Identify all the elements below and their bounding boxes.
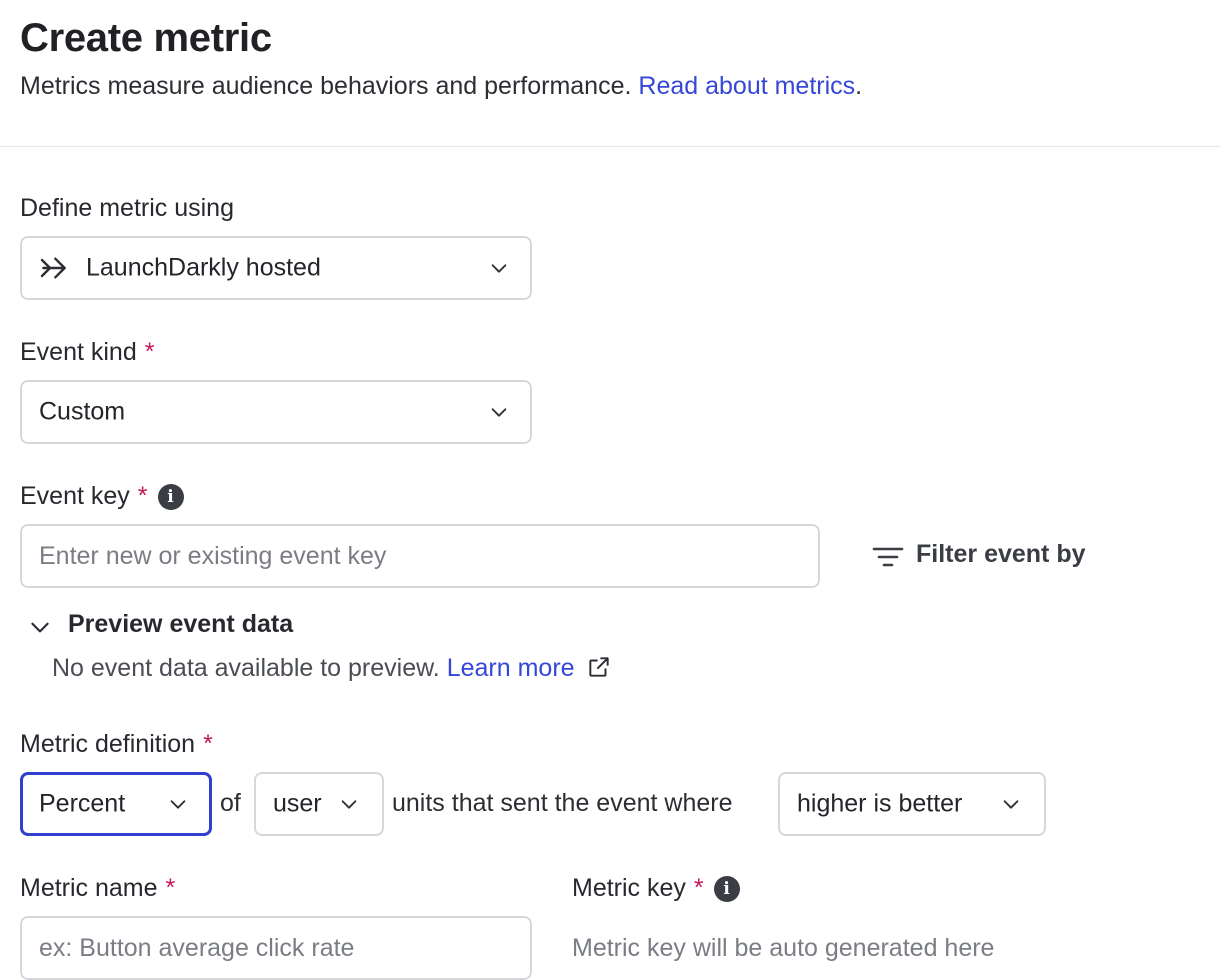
- direction-value: higher is better: [797, 789, 963, 818]
- chevron-down-icon: [1003, 800, 1019, 809]
- chevron-down-icon: [491, 408, 507, 417]
- read-about-metrics-link[interactable]: Read about metrics: [638, 72, 855, 100]
- required-asterisk: *: [203, 730, 213, 758]
- required-asterisk: *: [693, 874, 704, 902]
- metric-definition-label: Metric definition *: [20, 730, 213, 759]
- measure-select[interactable]: Percent: [20, 772, 212, 836]
- chevron-down-icon: [170, 800, 186, 809]
- define-metric-select[interactable]: LaunchDarkly hosted: [20, 236, 532, 300]
- event-key-input[interactable]: [20, 524, 820, 588]
- metric-key-placeholder: Metric key will be auto generated here: [572, 934, 995, 962]
- metric-name-label-text: Metric name: [20, 874, 158, 902]
- unit-value: user: [273, 789, 322, 818]
- event-key-label: Event key * i: [20, 482, 184, 511]
- required-asterisk: *: [144, 338, 155, 366]
- event-kind-value: Custom: [39, 397, 126, 426]
- direction-select[interactable]: higher is better: [778, 772, 1046, 836]
- required-asterisk: *: [137, 482, 148, 510]
- required-asterisk: *: [165, 874, 176, 902]
- metric-name-label: Metric name *: [20, 874, 175, 903]
- event-kind-select[interactable]: Custom: [20, 380, 532, 444]
- event-kind-label: Event kind *: [20, 338, 154, 367]
- metric-definition-middle-text: units that sent the event where: [392, 789, 733, 817]
- of-text: of: [220, 789, 241, 817]
- define-metric-value: LaunchDarkly hosted: [86, 253, 321, 282]
- page-header: Create metric Metrics measure audience b…: [0, 0, 1220, 147]
- measure-value: Percent: [39, 789, 126, 818]
- event-key-label-text: Event key: [20, 482, 130, 510]
- metric-key-label: Metric key * i: [572, 874, 740, 903]
- info-icon[interactable]: i: [157, 484, 184, 510]
- define-metric-label: Define metric using: [20, 194, 234, 222]
- metric-definition-label-text: Metric definition: [20, 730, 196, 758]
- preview-message: No event data available to preview.: [52, 654, 440, 682]
- learn-more-text: Learn more: [446, 654, 575, 682]
- filter-event-label: Filter event by: [916, 540, 1086, 568]
- metric-name-input[interactable]: [20, 916, 532, 980]
- info-icon[interactable]: i: [713, 876, 740, 902]
- page-subtitle: Metrics measure audience behaviors and p…: [20, 72, 862, 101]
- subtitle-text: Metrics measure audience behaviors and p…: [20, 72, 632, 100]
- filter-icon: [872, 547, 904, 567]
- chevron-down-icon: [491, 264, 507, 273]
- external-link-icon: [588, 657, 609, 677]
- metric-key-label-text: Metric key: [572, 874, 686, 902]
- unit-select[interactable]: user: [254, 772, 384, 836]
- event-kind-label-text: Event kind: [20, 338, 137, 366]
- subtitle-period: .: [855, 72, 863, 100]
- preview-label: Preview event data: [68, 610, 294, 638]
- learn-more-link[interactable]: Learn more: [447, 654, 612, 682]
- chevron-down-icon: [31, 622, 49, 633]
- preview-message-row: No event data available to preview. Lear…: [52, 654, 612, 683]
- chevron-down-icon: [341, 800, 357, 809]
- page-title: Create metric: [20, 16, 272, 60]
- arrow-right-icon: [40, 257, 66, 279]
